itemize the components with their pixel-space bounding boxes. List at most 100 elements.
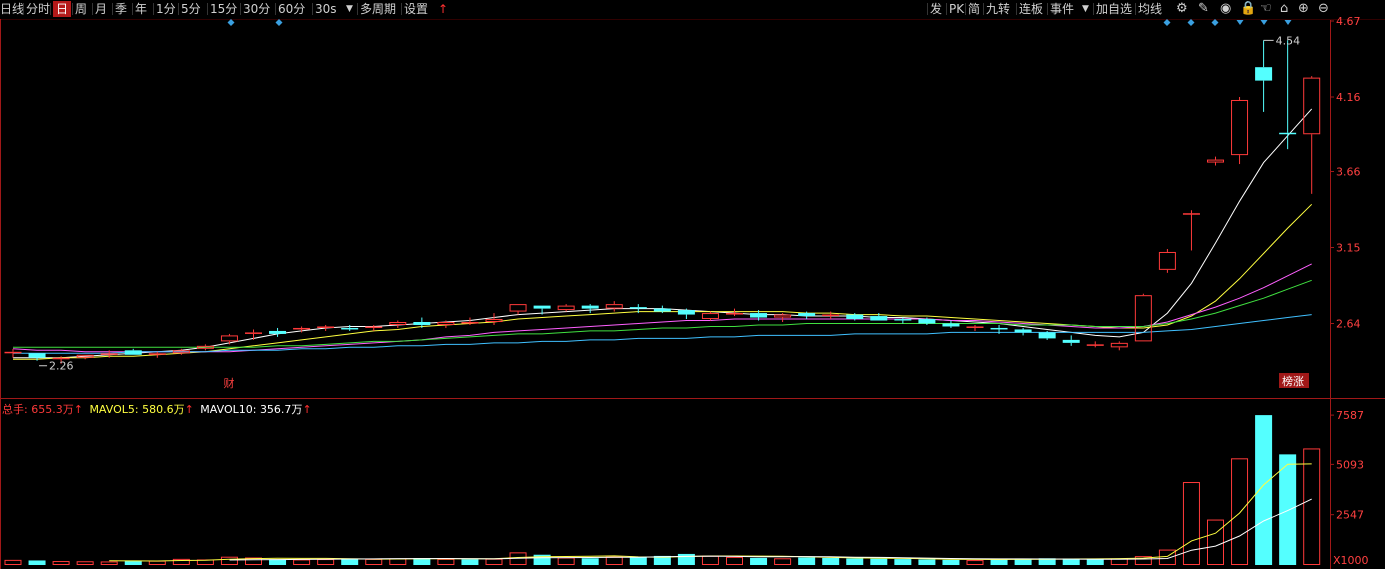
volume-legend: 总手: 655.3万↑ MAVOL5: 580.6万↑ MAVOL10: 356… <box>2 402 312 418</box>
volume-bar <box>1279 454 1297 565</box>
mavol5-label: MAVOL5: <box>89 403 139 416</box>
volume-bar <box>461 559 479 565</box>
up-arrow-icon: ↑ <box>302 403 312 416</box>
volume-bar <box>1255 415 1273 565</box>
volume-bar <box>701 555 719 566</box>
volume-bar <box>677 553 695 565</box>
volume-ma-lines <box>109 463 1312 562</box>
volume-bars <box>4 415 1321 566</box>
volume-tick-label: 5093 <box>1336 458 1364 471</box>
event-marker-icon[interactable] <box>1236 20 1244 25</box>
candle <box>148 351 166 358</box>
candle <box>1086 341 1104 348</box>
volume-bar <box>605 556 623 566</box>
ma-line-ma10 <box>13 203 1313 360</box>
volume-bar <box>317 559 335 566</box>
candle <box>1134 293 1152 342</box>
volume-bar <box>52 561 70 565</box>
mavol10-value: 356.7万 <box>259 403 303 416</box>
total-volume-label: 总手: <box>2 403 28 416</box>
price-tick-label: 4.16 <box>1336 91 1361 104</box>
event-marker-icon[interactable] <box>1260 20 1268 25</box>
volume-bar <box>966 560 984 565</box>
event-marker-icon[interactable] <box>1284 20 1292 25</box>
volume-bar <box>389 558 407 565</box>
volume-bar <box>341 559 359 565</box>
volume-bar <box>942 559 960 565</box>
volume-unit-label: X1000 <box>1333 554 1369 567</box>
price-tick-label: 3.15 <box>1336 241 1361 254</box>
volume-bar <box>437 558 455 566</box>
volume-bar <box>485 558 503 565</box>
candle <box>76 354 94 360</box>
volume-bar <box>918 559 936 565</box>
up-arrow-icon: ↑ <box>184 403 194 416</box>
candle <box>701 311 719 321</box>
price-ma-lines <box>12 108 1313 360</box>
candle <box>485 313 503 325</box>
candle <box>894 317 912 324</box>
candle <box>1303 76 1321 194</box>
candle <box>1182 210 1200 251</box>
candle <box>509 304 527 315</box>
volume-bar <box>581 558 599 565</box>
candle <box>557 304 575 312</box>
candle <box>1231 96 1249 165</box>
candle <box>1062 335 1080 346</box>
price-tick-label: 4.67 <box>1336 15 1361 28</box>
candle <box>389 320 407 328</box>
candle <box>341 324 359 331</box>
volume-bar <box>846 558 864 565</box>
volume-tick-label: 2547 <box>1336 509 1364 522</box>
candle <box>1014 327 1032 336</box>
stock-chart: 4.67 4.16 3.66 3.15 2.64 7587 5093 2547 X1000 4.… <box>0 15 1385 569</box>
financial-report-tag[interactable]: 财 <box>223 376 234 390</box>
candle <box>220 333 238 345</box>
event-marker-icon[interactable] <box>1211 19 1219 26</box>
volume-bar <box>894 559 912 565</box>
volume-bar <box>28 560 46 565</box>
candle <box>581 304 599 314</box>
volume-bar <box>629 557 647 565</box>
mavol10-label: MAVOL10: <box>200 403 257 416</box>
volume-bar <box>100 561 118 566</box>
volume-bar <box>1086 559 1104 565</box>
ma-line-ma5 <box>13 108 1313 359</box>
candle <box>4 348 22 358</box>
up-arrow-icon: ↑ <box>73 403 83 416</box>
volume-bar <box>557 557 575 565</box>
candle <box>1279 40 1297 150</box>
volume-bar <box>1303 448 1321 565</box>
volume-tick-label: 7587 <box>1336 409 1364 422</box>
event-marker-icon[interactable] <box>1187 19 1195 26</box>
volume-bar <box>990 559 1008 565</box>
volume-bar <box>870 558 888 565</box>
price-tick-label: 2.64 <box>1336 317 1361 330</box>
volume-bar <box>750 557 768 565</box>
volume-bar <box>293 559 311 566</box>
volume-bar <box>726 556 743 566</box>
candle <box>124 348 142 355</box>
volume-bar <box>1110 558 1128 565</box>
volume-ma-mavol5 <box>109 463 1312 562</box>
mavol5-value: 580.6万 <box>142 403 185 416</box>
volume-bar <box>76 561 94 565</box>
candle <box>269 327 287 337</box>
candlestick-series <box>4 40 1321 364</box>
candle <box>677 308 695 320</box>
low-price-label: 2.26 <box>49 360 74 373</box>
event-marker-icon[interactable] <box>227 19 235 26</box>
total-volume-value: 655.3万 <box>31 403 74 416</box>
candle <box>317 324 335 331</box>
volume-bar <box>220 556 238 566</box>
volume-ma-mavol10 <box>229 498 1312 561</box>
limit-up-tag[interactable]: 榜涨 <box>1282 374 1304 388</box>
event-marker-icon[interactable] <box>275 19 283 26</box>
candle <box>245 329 262 340</box>
candle <box>1207 156 1224 166</box>
candle <box>942 320 960 328</box>
price-tick-label: 3.66 <box>1336 166 1361 179</box>
event-marker-icon[interactable] <box>1163 19 1171 26</box>
volume-bar <box>1207 519 1224 565</box>
volume-bar <box>148 560 166 566</box>
